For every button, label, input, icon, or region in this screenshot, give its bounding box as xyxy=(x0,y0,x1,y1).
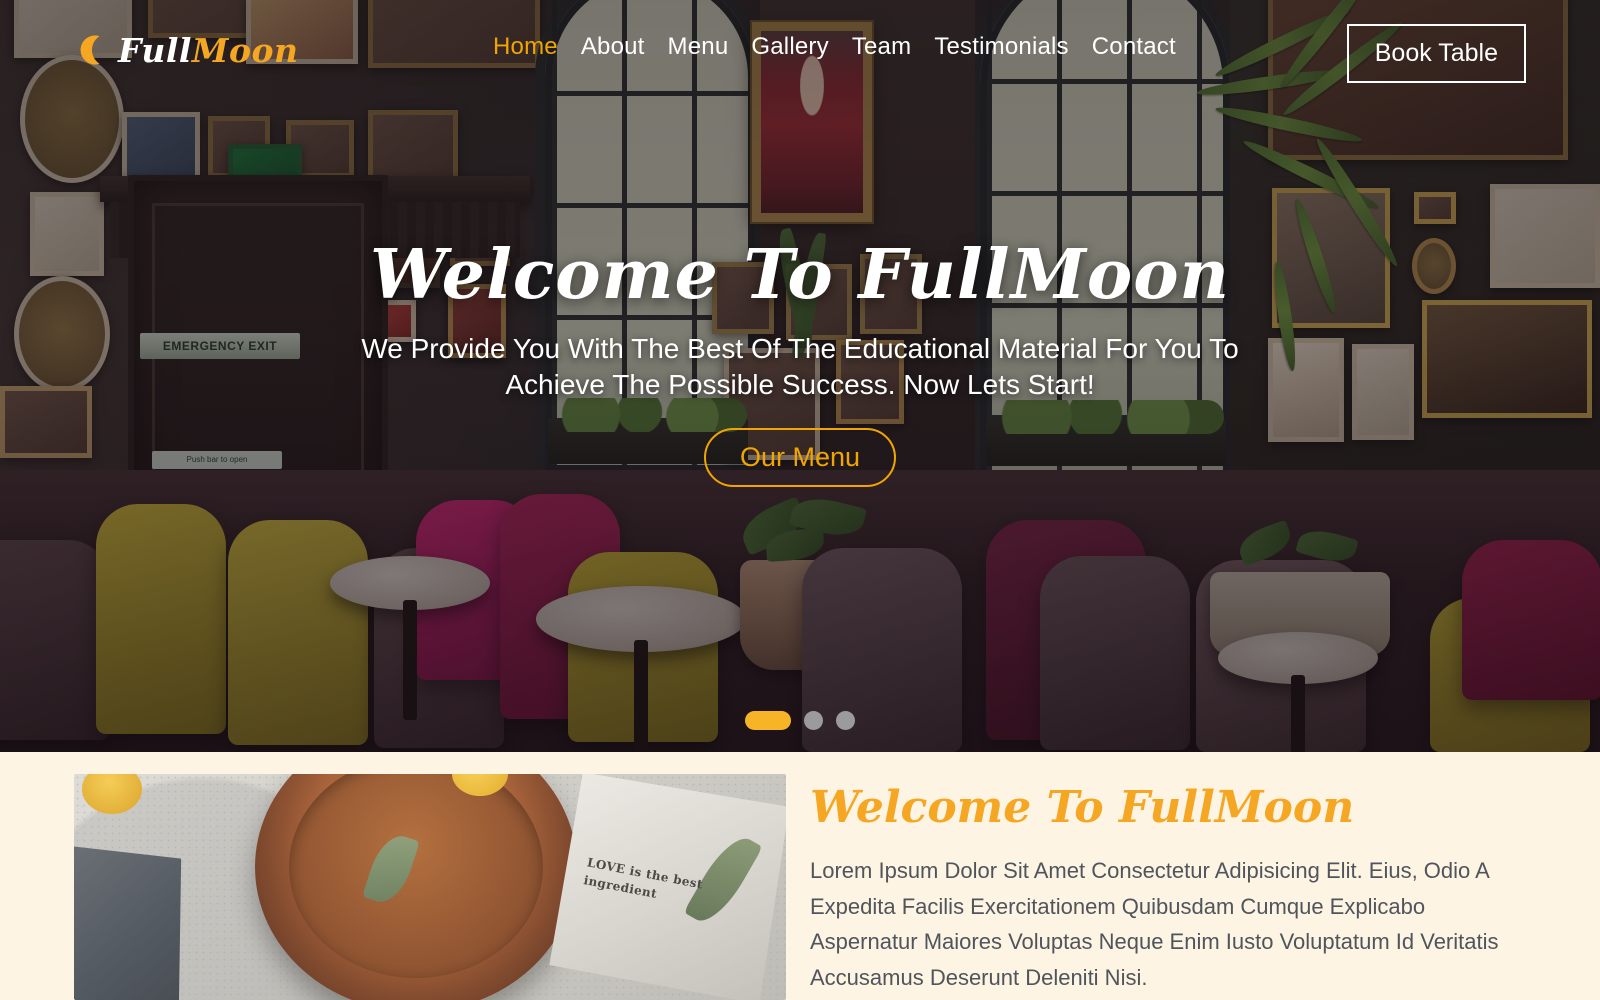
nav-links: Home About Menu Gallery Team Testimonial… xyxy=(493,33,1176,61)
hero-title: Welcome To FullMoon xyxy=(369,234,1230,315)
carousel-indicators xyxy=(0,711,1600,730)
hero-content: Welcome To FullMoon We Provide You With … xyxy=(0,0,1600,752)
hero-section: EMERGENCY EXIT Push bar to open xyxy=(0,0,1600,752)
carousel-dot-3[interactable] xyxy=(836,711,855,730)
hero-subtitle: We Provide You With The Best Of The Educ… xyxy=(361,332,1239,400)
top-navigation-bar: FullMoon Home About Menu Gallery Team Te… xyxy=(0,0,1600,100)
nav-item-menu[interactable]: Menu xyxy=(668,33,729,61)
nav-item-testimonials[interactable]: Testimonials xyxy=(934,33,1068,61)
brand-logo[interactable]: FullMoon xyxy=(74,31,298,70)
clay-plate-object xyxy=(255,774,577,1000)
about-text-block: Welcome To FullMoon Lorem Ipsum Dolor Si… xyxy=(810,774,1526,1000)
brand-name: FullMoon xyxy=(118,31,298,70)
carousel-dot-2[interactable] xyxy=(804,711,823,730)
nav-item-contact[interactable]: Contact xyxy=(1092,33,1176,61)
brand-name-primary: Full xyxy=(118,30,192,70)
paper-note-caption: LOVE is the best ingredient xyxy=(582,855,705,902)
about-title: Welcome To FullMoon xyxy=(810,782,1355,833)
nav-item-team[interactable]: Team xyxy=(852,33,912,61)
about-section: LOVE is the best ingredient Welcome To F… xyxy=(0,752,1600,1000)
carousel-dot-1[interactable] xyxy=(745,711,791,730)
crescent-moon-icon xyxy=(74,33,108,67)
paper-note-object: LOVE is the best ingredient xyxy=(548,774,786,1000)
nav-item-about[interactable]: About xyxy=(581,33,645,61)
about-image: LOVE is the best ingredient xyxy=(74,774,786,1000)
nav-item-gallery[interactable]: Gallery xyxy=(751,33,828,61)
about-paragraph: Lorem Ipsum Dolor Sit Amet Consectetur A… xyxy=(810,858,1499,990)
nav-item-home[interactable]: Home xyxy=(493,33,558,61)
book-table-button[interactable]: Book Table xyxy=(1346,24,1526,83)
brand-name-accent: Moon xyxy=(191,30,299,70)
our-menu-button[interactable]: Our Menu xyxy=(703,428,897,488)
